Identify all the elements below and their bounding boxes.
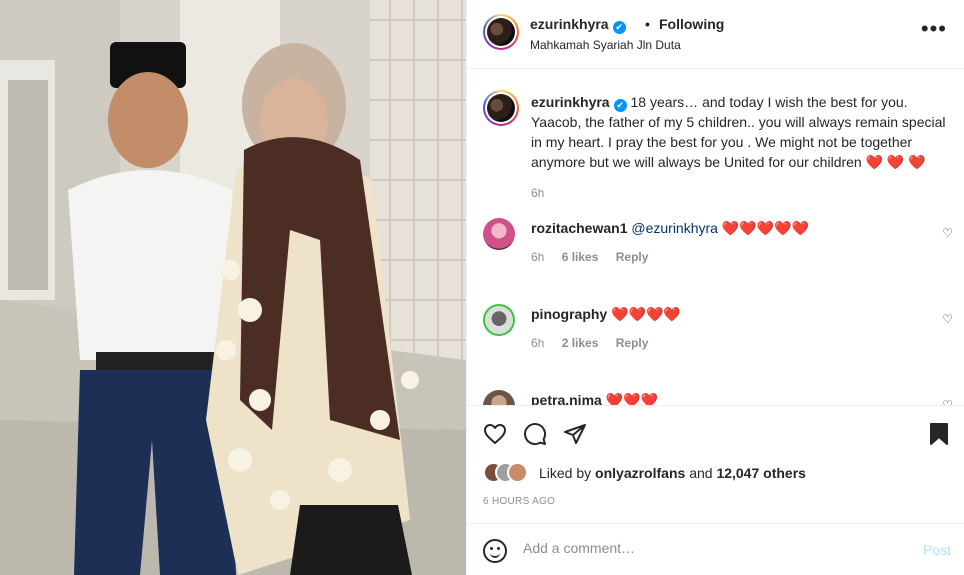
liked-by-user[interactable]: onlyazrolfans	[595, 465, 685, 481]
comments-list[interactable]: ezurinkhyra ✔ 18 years… and today I wish …	[467, 70, 964, 405]
following-button[interactable]: Following	[659, 16, 724, 32]
comment-like-heart-icon[interactable]: ♡	[942, 226, 953, 240]
comment-emojis: ❤️❤️❤️❤️	[611, 306, 681, 322]
post-actions: Liked by onlyazrolfans and 12,047 others…	[467, 405, 964, 523]
caption-avatar[interactable]	[483, 90, 519, 126]
comment-username[interactable]: pinography	[531, 306, 607, 322]
comment-username[interactable]: rozitachewan1	[531, 220, 627, 236]
liked-by-others[interactable]: 12,047 others	[716, 465, 806, 481]
caption-username[interactable]: ezurinkhyra	[531, 94, 610, 110]
photo-illustration	[0, 0, 466, 575]
post-photo[interactable]	[0, 0, 466, 575]
comment-avatar[interactable]	[483, 304, 515, 336]
comment-avatar[interactable]	[483, 218, 515, 250]
share-paper-plane-icon[interactable]	[563, 422, 587, 446]
post-timestamp[interactable]: 6 HOURS AGO	[483, 496, 555, 507]
comment-item: pinography ❤️❤️❤️❤️ 6h 2 likes Reply	[531, 304, 931, 350]
caption-time[interactable]: 6h	[531, 186, 951, 200]
comment-input[interactable]	[523, 540, 903, 556]
author-username[interactable]: ezurinkhyra ✔	[530, 16, 626, 34]
author-avatar[interactable]	[483, 14, 519, 50]
liker-avatar[interactable]	[507, 462, 528, 483]
liked-by-text: Liked by onlyazrolfans and 12,047 others	[539, 465, 806, 481]
comment-avatar[interactable]	[483, 390, 515, 405]
emoji-smiley-icon[interactable]	[483, 539, 507, 563]
comment-time[interactable]: 6h	[531, 250, 544, 264]
comment-likes[interactable]: 2 likes	[562, 336, 599, 350]
post-comment-button[interactable]: Post	[923, 542, 951, 558]
post-header: ezurinkhyra ✔ • Following Mahkamah Syaria…	[467, 0, 964, 69]
post-location[interactable]: Mahkamah Syariah Jln Duta	[530, 38, 681, 52]
comment-item: rozitachewan1 @ezurinkhyra ❤️❤️❤️❤️❤️ 6h…	[531, 218, 931, 264]
reply-button[interactable]: Reply	[616, 336, 649, 350]
comment-item: petra.nima ❤️❤️❤️	[531, 390, 931, 405]
verified-badge-icon: ✔	[613, 99, 627, 112]
add-comment-bar: Post	[467, 523, 964, 575]
more-options-icon[interactable]: •••	[921, 18, 947, 40]
post-side-panel: ezurinkhyra ✔ • Following Mahkamah Syaria…	[466, 0, 964, 575]
reply-button[interactable]: Reply	[616, 250, 649, 264]
comment-username[interactable]: petra.nima	[531, 392, 602, 405]
header-separator: •	[645, 16, 650, 32]
caption-emojis: ❤️ ❤️ ❤️	[865, 154, 926, 170]
comment-mention[interactable]: @ezurinkhyra	[631, 220, 718, 236]
save-bookmark-icon[interactable]	[929, 422, 949, 446]
post-dialog: ezurinkhyra ✔ • Following Mahkamah Syaria…	[0, 0, 964, 575]
comment-likes[interactable]: 6 likes	[562, 250, 599, 264]
like-heart-icon[interactable]	[483, 422, 507, 446]
comment-like-heart-icon[interactable]: ♡	[942, 398, 953, 405]
verified-badge-icon: ✔	[612, 21, 626, 34]
comment-emojis: ❤️❤️❤️	[605, 392, 658, 405]
caption: ezurinkhyra ✔ 18 years… and today I wish …	[531, 92, 951, 200]
comment-like-heart-icon[interactable]: ♡	[942, 312, 953, 326]
comment-bubble-icon[interactable]	[523, 422, 547, 446]
comment-emojis: ❤️❤️❤️❤️❤️	[721, 220, 810, 236]
comment-time[interactable]: 6h	[531, 336, 544, 350]
